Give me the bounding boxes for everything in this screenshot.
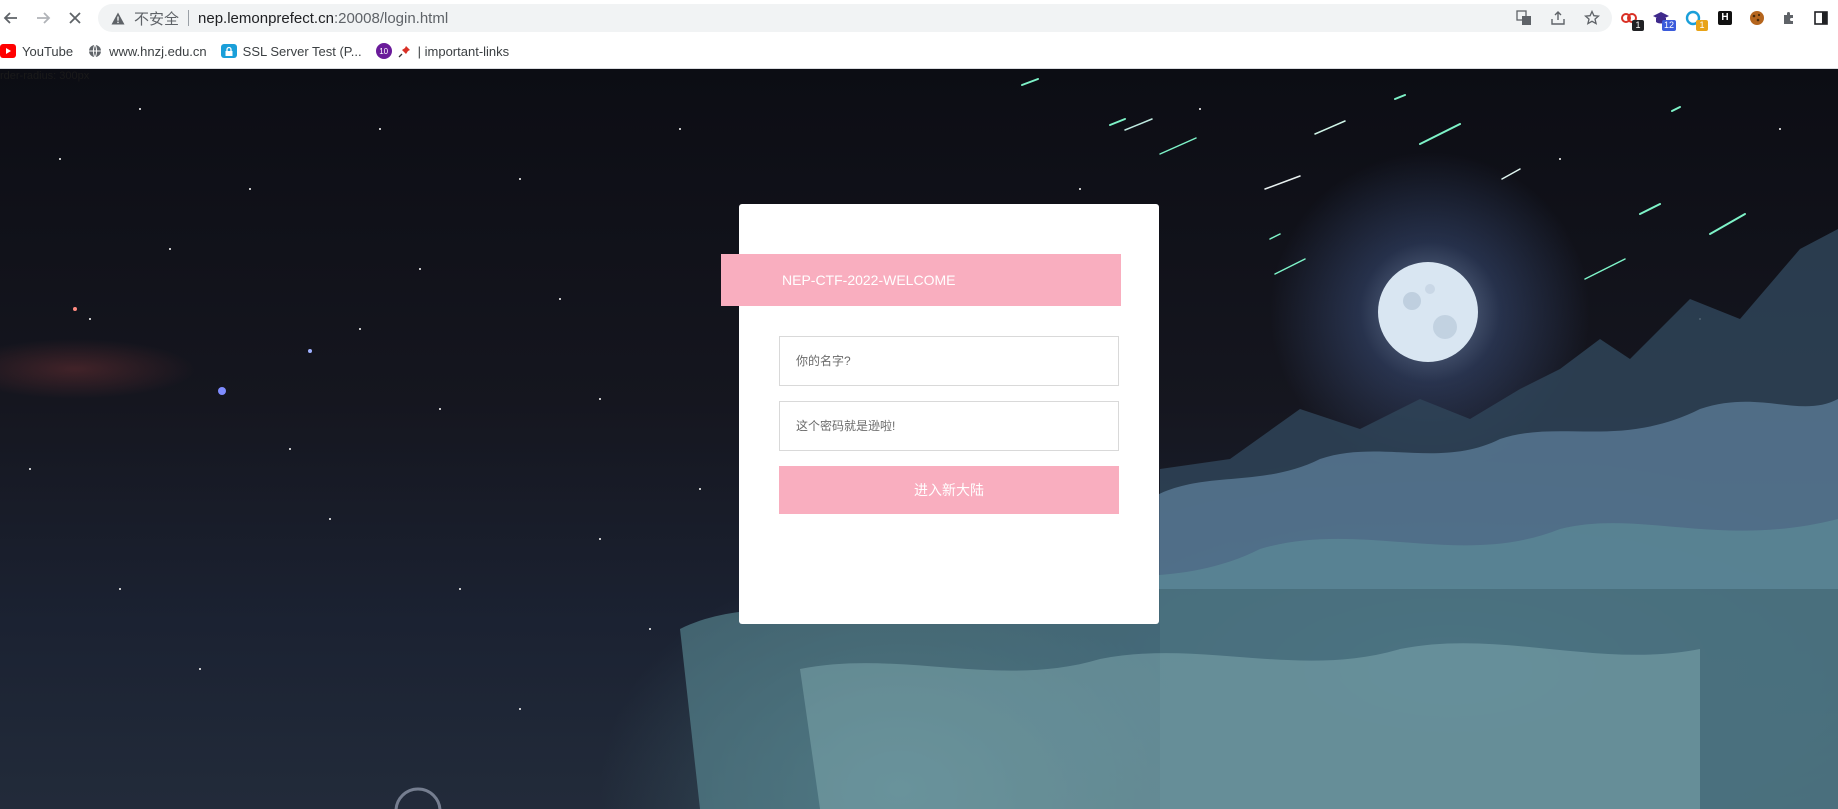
browser-toolbar: 不安全 nep.lemonprefect.cn:20008/login.html bbox=[0, 0, 1838, 36]
bookmark-star-button[interactable] bbox=[1582, 8, 1602, 28]
share-icon bbox=[1551, 11, 1565, 25]
side-panel-icon bbox=[1814, 11, 1828, 25]
h-letter-icon: H bbox=[1718, 11, 1732, 25]
security-status-label[interactable]: 不安全 bbox=[134, 8, 179, 29]
bookmark-ssl-server-test[interactable]: SSL Server Test (P... bbox=[220, 43, 362, 59]
bookmark-hnzj[interactable]: www.hnzj.edu.cn bbox=[87, 44, 207, 59]
bookmarks-bar: YouTube www.hnzj.edu.cn SSL Server Test … bbox=[0, 40, 523, 62]
bookmark-youtube[interactable]: YouTube bbox=[0, 44, 73, 59]
extension-4-button[interactable]: H bbox=[1713, 6, 1737, 30]
login-title-banner: NEP-CTF-2022-WELCOME bbox=[721, 254, 1121, 306]
bookmark-important-links[interactable]: 10 | important-links bbox=[375, 43, 510, 59]
address-bar[interactable]: 不安全 nep.lemonprefect.cn:20008/login.html bbox=[98, 4, 1612, 32]
bookmark-label: YouTube bbox=[22, 43, 74, 59]
folder-badge-icon: 10 bbox=[375, 43, 392, 59]
extension-3-button[interactable]: 1 bbox=[1681, 6, 1708, 31]
extension-badge: 1 bbox=[1696, 20, 1708, 31]
browser-chrome: 不安全 nep.lemonprefect.cn:20008/login.html bbox=[0, 0, 1838, 69]
url-path: :20008/login.html bbox=[333, 9, 449, 27]
warning-icon bbox=[110, 10, 126, 26]
globe-icon bbox=[87, 44, 103, 58]
back-button[interactable] bbox=[0, 7, 22, 29]
forward-button[interactable] bbox=[32, 7, 54, 29]
address-bar-actions bbox=[1514, 8, 1602, 28]
cookie-extension-button[interactable] bbox=[1745, 6, 1769, 30]
cookie-icon bbox=[1750, 11, 1764, 25]
extension-2-button[interactable]: 12 bbox=[1649, 6, 1676, 31]
star-icon bbox=[1584, 10, 1600, 25]
extensions-bar: 1 12 1 H bbox=[1617, 6, 1833, 31]
extension-badge: 12 bbox=[1661, 20, 1676, 31]
url-host: nep.lemonprefect.cn bbox=[198, 9, 334, 27]
extension-badge: 1 bbox=[1632, 20, 1644, 31]
username-input[interactable] bbox=[779, 336, 1119, 386]
share-button[interactable] bbox=[1548, 8, 1568, 28]
arrow-left-icon bbox=[3, 12, 17, 24]
puzzle-icon bbox=[1784, 12, 1793, 24]
arrow-right-icon bbox=[37, 12, 51, 24]
login-submit-button[interactable]: 进入新大陆 bbox=[779, 466, 1119, 514]
page-viewport: rder-radius: 300px NEP-CTF-2022-WELCOME … bbox=[0, 69, 1838, 809]
bookmark-label: www.hnzj.edu.cn bbox=[109, 43, 207, 59]
bookmark-label: SSL Server Test (P... bbox=[242, 43, 362, 59]
pin-icon bbox=[398, 44, 412, 58]
lock-icon bbox=[220, 44, 237, 58]
css-debug-text: rder-radius: 300px bbox=[0, 70, 90, 82]
bookmark-label: | important-links bbox=[417, 43, 510, 59]
stop-loading-button[interactable] bbox=[64, 7, 86, 29]
address-separator bbox=[188, 10, 190, 26]
extension-1-button[interactable]: 1 bbox=[1617, 6, 1644, 31]
translate-icon bbox=[1516, 10, 1531, 25]
side-panel-button[interactable] bbox=[1809, 6, 1833, 30]
moon bbox=[1378, 262, 1478, 362]
login-card: NEP-CTF-2022-WELCOME 进入新大陆 bbox=[721, 204, 1159, 624]
translate-button[interactable] bbox=[1514, 8, 1534, 28]
password-input[interactable] bbox=[779, 401, 1119, 451]
extensions-menu-button[interactable] bbox=[1777, 6, 1801, 30]
close-icon bbox=[69, 12, 81, 24]
youtube-icon bbox=[0, 44, 16, 58]
